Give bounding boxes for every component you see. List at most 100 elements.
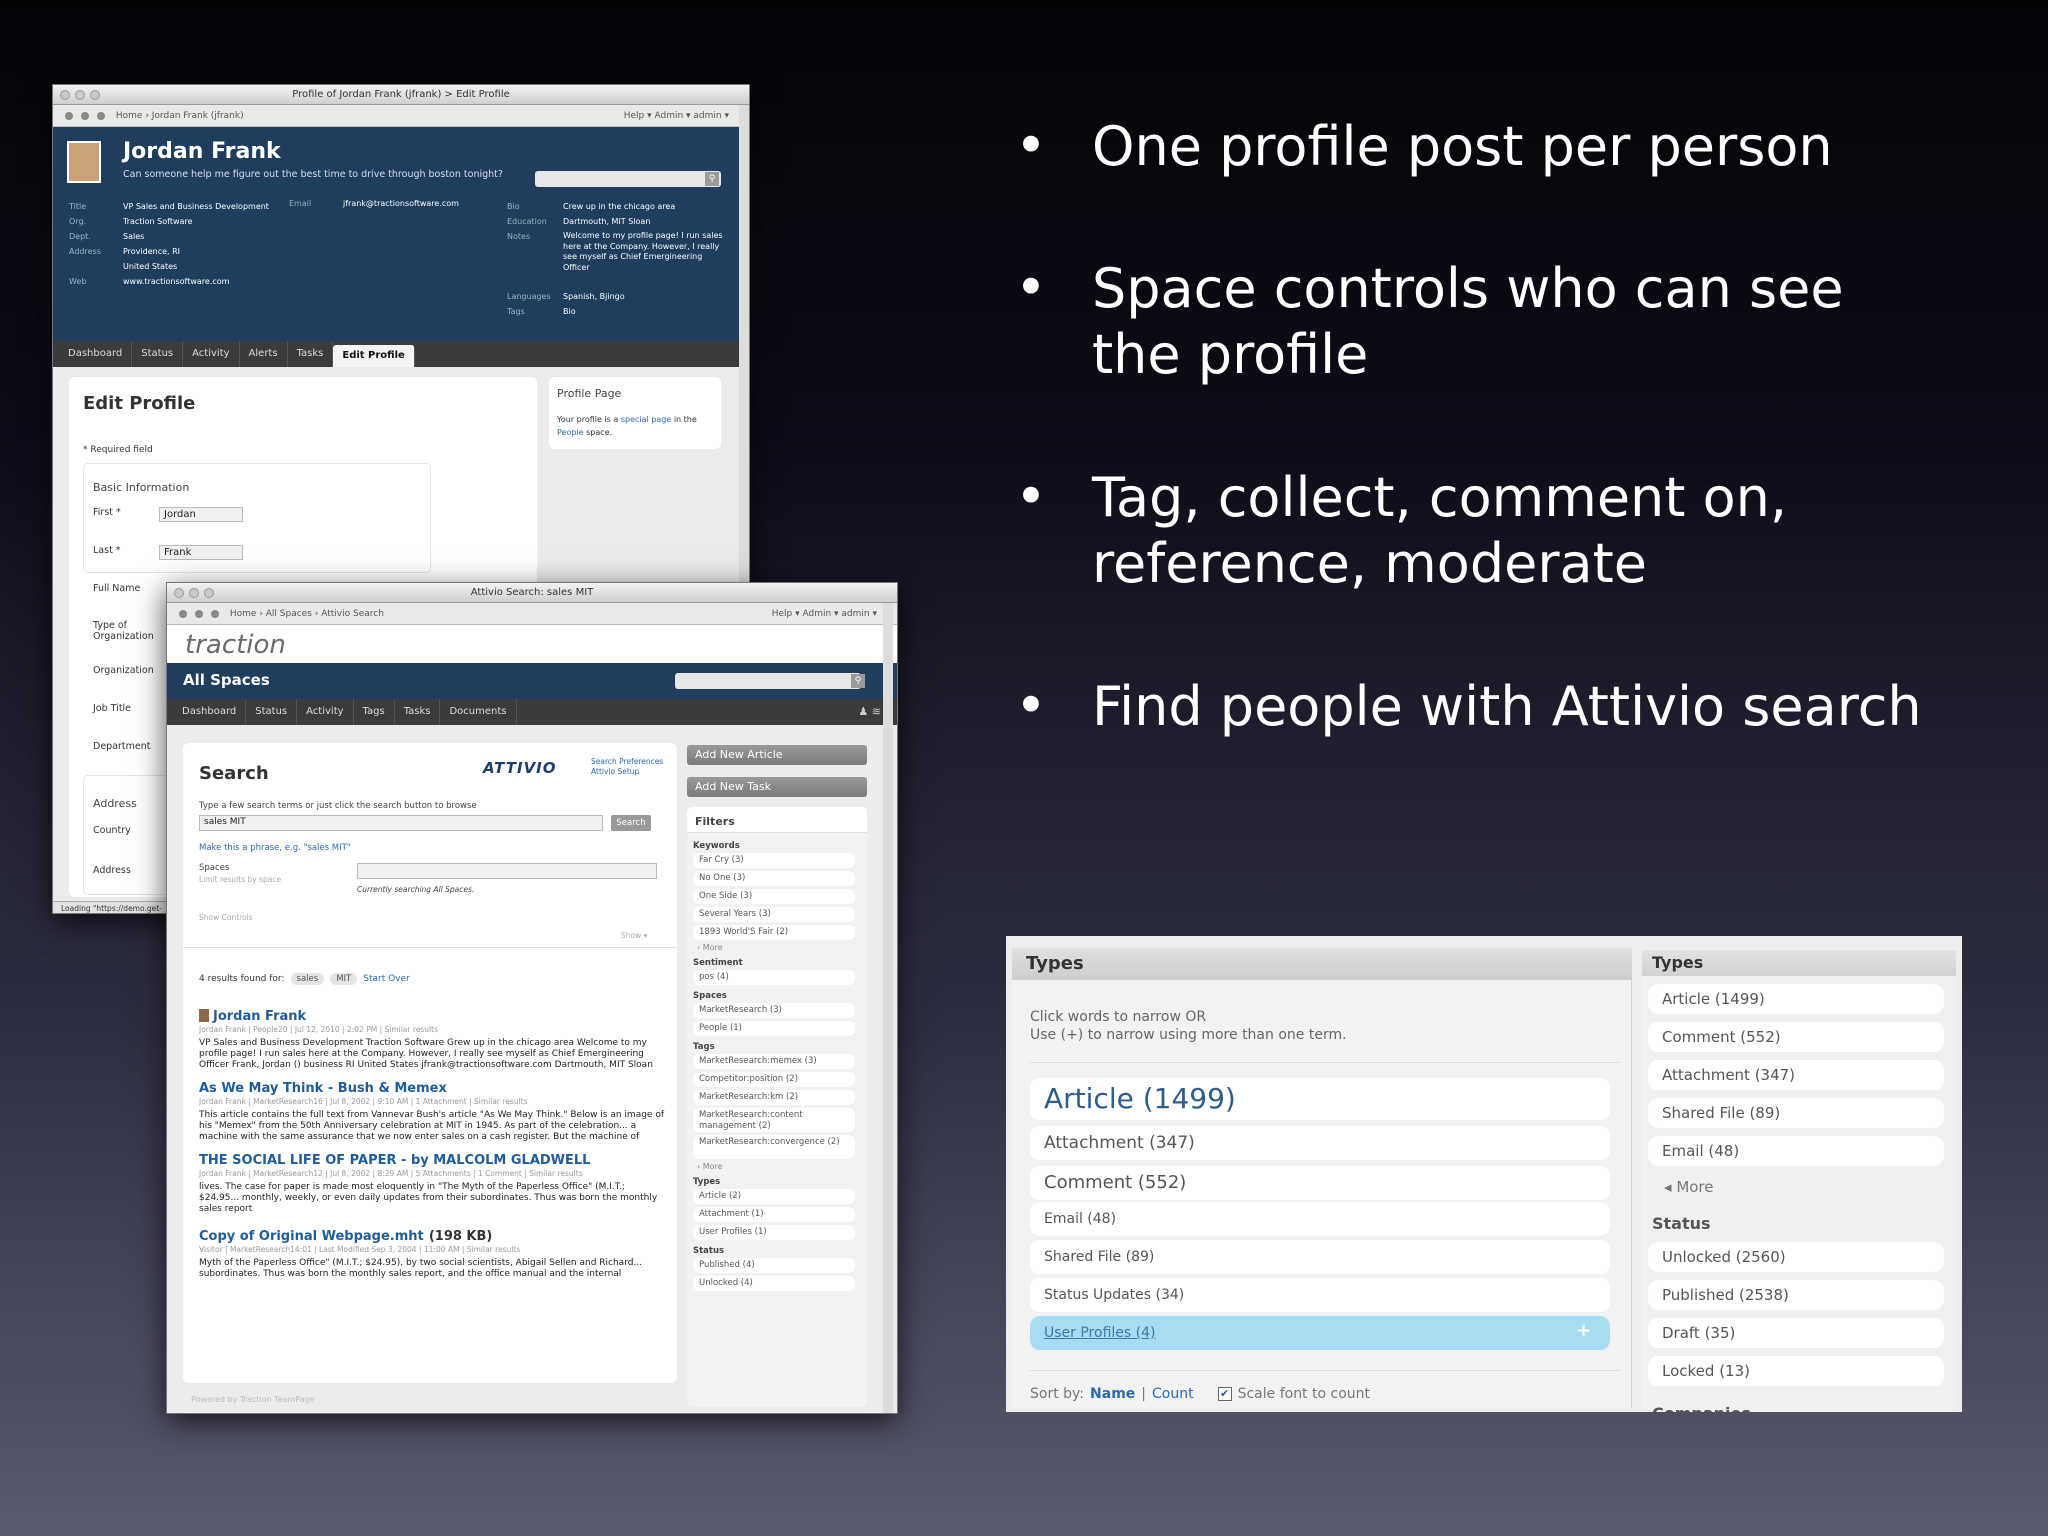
search-input[interactable] [535, 171, 721, 187]
zoom-button[interactable] [204, 588, 214, 598]
result-title[interactable]: THE SOCIAL LIFE OF PAPER - by MALCOLM GL… [199, 1153, 665, 1168]
star-icon[interactable] [195, 609, 203, 618]
side-type-item[interactable]: Article (1499) [1648, 984, 1944, 1014]
filter-item[interactable]: One Side (3) [693, 889, 855, 904]
tab-tasks[interactable]: Tasks [288, 341, 334, 367]
star-icon[interactable] [81, 111, 89, 120]
close-button[interactable] [174, 588, 184, 598]
type-item-comment[interactable]: Comment (552) [1030, 1166, 1610, 1200]
people-space-link[interactable]: People [557, 428, 584, 437]
window-controls[interactable] [60, 90, 100, 100]
rss-icon[interactable]: ♟ ≋ [858, 699, 881, 725]
breadcrumb-text[interactable]: Home › Jordan Frank (jfrank) [116, 111, 244, 121]
tab-tasks[interactable]: Tasks [395, 699, 441, 725]
type-item-status-updates[interactable]: Status Updates (34) [1030, 1278, 1610, 1312]
email-value[interactable]: jfrank@tractionsoftware.com [343, 199, 459, 208]
query-field[interactable]: sales MIT [199, 815, 603, 831]
filter-item[interactable]: Published (4) [693, 1258, 855, 1273]
search-icon[interactable]: ⚲ [705, 172, 719, 186]
filter-item[interactable]: Competitor:position (2) [693, 1072, 855, 1087]
filter-item[interactable]: Attachment (1) [693, 1207, 855, 1222]
minimize-button[interactable] [189, 588, 199, 598]
filter-item[interactable]: People (1) [693, 1021, 855, 1036]
filter-item[interactable]: 1893 World'S Fair (2) [693, 925, 855, 940]
show-controls-link[interactable]: Show Controls [199, 913, 253, 922]
side-type-item[interactable]: Shared File (89) [1648, 1098, 1944, 1128]
filter-item[interactable]: MarketResearch:memex (3) [693, 1054, 855, 1069]
filter-item[interactable]: User Profiles (1) [693, 1225, 855, 1240]
home-icon[interactable] [65, 111, 73, 120]
minimize-button[interactable] [75, 90, 85, 100]
filter-item[interactable]: Several Years (3) [693, 907, 855, 922]
tab-documents[interactable]: Documents [440, 699, 517, 725]
home-icon[interactable] [179, 609, 187, 618]
search-preferences-link[interactable]: Search Preferences [591, 757, 663, 767]
special-page-link[interactable]: special page [621, 415, 671, 424]
search-icon[interactable]: ⚲ [851, 674, 865, 688]
top-links[interactable]: Help ▾ Admin ▾ admin ▾ [624, 105, 729, 127]
window-titlebar[interactable]: Profile of Jordan Frank (jfrank) > Edit … [53, 85, 749, 105]
tab-status[interactable]: Status [246, 699, 298, 725]
tab-activity[interactable]: Activity [183, 341, 240, 367]
traction-logo[interactable]: traction [185, 630, 286, 660]
type-item-user-profiles[interactable]: User Profiles (4) [1030, 1316, 1610, 1350]
type-item-shared-file[interactable]: Shared File (89) [1030, 1240, 1610, 1274]
filter-item[interactable]: MarketResearch:convergence (2) [693, 1135, 855, 1159]
people-icon[interactable] [211, 609, 219, 618]
space-title[interactable]: All Spaces [183, 671, 270, 689]
tab-tags[interactable]: Tags [354, 699, 395, 725]
filter-item[interactable]: Article (2) [693, 1189, 855, 1204]
add-task-button[interactable]: Add New Task [687, 777, 867, 797]
show-toggle[interactable]: Show ▾ [621, 931, 647, 940]
type-item-attachment[interactable]: Attachment (347) [1030, 1126, 1610, 1160]
window-controls[interactable] [174, 588, 214, 598]
filter-item[interactable]: MarketResearch (3) [693, 1003, 855, 1018]
tab-edit-profile[interactable]: Edit Profile [333, 345, 415, 367]
filter-item[interactable]: MarketResearch:content management (2) [693, 1108, 855, 1132]
search-button[interactable]: Search [611, 815, 651, 831]
type-item-email[interactable]: Email (48) [1030, 1202, 1610, 1236]
result-title[interactable]: Copy of Original Webpage.mht [199, 1229, 424, 1244]
more-link[interactable]: › More [693, 1162, 861, 1171]
more-link[interactable]: › More [693, 943, 861, 952]
tab-alerts[interactable]: Alerts [240, 341, 288, 367]
sort-name-link[interactable]: Name [1090, 1386, 1135, 1402]
start-over-link[interactable]: Start Over [363, 974, 410, 984]
search-input[interactable] [675, 673, 861, 689]
tab-dashboard[interactable]: Dashboard [173, 699, 247, 725]
more-link[interactable]: ◂ More [1664, 1178, 1714, 1196]
filter-item[interactable]: Unlocked (4) [693, 1276, 855, 1291]
window-titlebar[interactable]: Attivio Search: sales MIT [167, 583, 897, 603]
first-name-field[interactable]: Jordan [159, 507, 243, 522]
add-article-button[interactable]: Add New Article [687, 745, 867, 765]
scrollbar[interactable] [883, 603, 893, 1413]
people-icon[interactable] [97, 111, 105, 120]
side-type-item[interactable]: Attachment (347) [1648, 1060, 1944, 1090]
status-item[interactable]: Draft (35) [1648, 1318, 1944, 1348]
spaces-field[interactable] [357, 863, 657, 879]
tab-status[interactable]: Status [132, 341, 184, 367]
close-button[interactable] [60, 90, 70, 100]
attivio-setup-link[interactable]: Attivio Setup [591, 767, 663, 777]
type-item-article[interactable]: Article (1499) [1030, 1078, 1610, 1120]
filter-item[interactable]: MarketResearch:km (2) [693, 1090, 855, 1105]
filter-item[interactable]: No One (3) [693, 871, 855, 886]
result-title[interactable]: As We May Think - Bush & Memex [199, 1081, 665, 1096]
tab-activity[interactable]: Activity [297, 699, 354, 725]
status-item[interactable]: Locked (13) [1648, 1356, 1944, 1386]
status-item[interactable]: Unlocked (2560) [1648, 1242, 1944, 1272]
zoom-button[interactable] [90, 90, 100, 100]
query-chip[interactable]: sales [290, 973, 325, 985]
side-type-item[interactable]: Comment (552) [1648, 1022, 1944, 1052]
result-title[interactable]: Jordan Frank [213, 1009, 306, 1024]
status-item[interactable]: Published (2538) [1648, 1280, 1944, 1310]
filter-item[interactable]: pos (4) [693, 970, 855, 985]
tab-dashboard[interactable]: Dashboard [59, 341, 133, 367]
scale-checkbox[interactable]: ✔ [1217, 1387, 1232, 1401]
side-type-item[interactable]: Email (48) [1648, 1136, 1944, 1166]
query-chip[interactable]: MIT [330, 973, 358, 985]
phrase-link[interactable]: Make this a phrase, e.g. "sales MIT" [199, 843, 351, 853]
breadcrumb-text[interactable]: Home › All Spaces › Attivio Search [230, 609, 384, 619]
sort-count-link[interactable]: Count [1152, 1386, 1194, 1402]
plus-icon[interactable]: + [1576, 1320, 1591, 1341]
